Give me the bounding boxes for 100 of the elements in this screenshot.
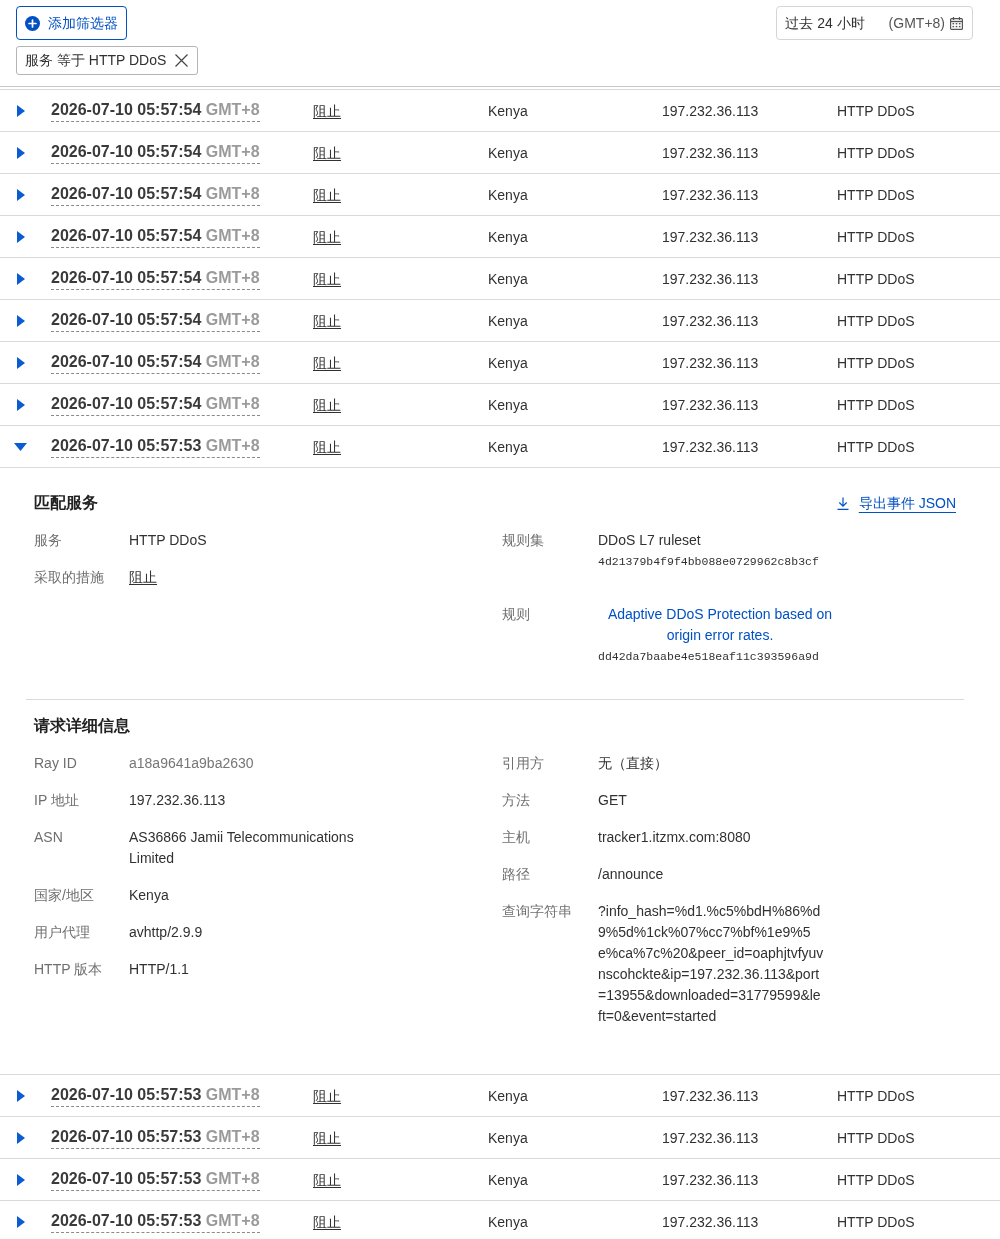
caret-right-icon[interactable] [17,146,25,159]
close-icon[interactable] [175,54,189,67]
field-value: a18a9641a9ba2630 [129,754,254,773]
field-label: 国家/地区 [34,886,95,905]
event-timestamp[interactable]: 2026-07-10 05:57:54 GMT+8 [51,393,260,416]
action-link[interactable]: 阻止 [313,142,341,163]
ip-address: 197.232.36.113 [662,1212,759,1232]
field-value: ?info_hash=%d1.%c5%bdH%86%d9%5d%1ck%07%cc7%bf%1e9%5e%ca%7c%20&peer_id=oaphjtvfyuvnscohckte&ip=197.232.36.113&port=13955&downloaded=31779599&left=0&event=started [598,902,824,1026]
field-label: 查询字符串 [502,902,573,921]
service-name: HTTP DDoS [837,101,915,121]
field-label: 服务 [34,531,63,550]
ip-address: 197.232.36.113 [662,1086,759,1106]
country-text: Kenya [488,437,528,457]
ip-address: 197.232.36.113 [662,437,759,457]
event-timestamp[interactable]: 2026-07-10 05:57:54 GMT+8 [51,351,260,374]
time-range-picker[interactable]: 过去 24 小时 (GMT+8) [776,6,973,40]
field-label: 用户代理 [34,923,91,942]
section-heading: 匹配服务 [34,493,98,513]
service-name: HTTP DDoS [837,1212,915,1232]
field-label: 规则 [502,605,531,624]
rule-hash: 4d21379b4f9f4bb088e0729962c8b3cf [598,554,819,570]
action-link[interactable]: 阻止 [313,268,341,289]
country-text: Kenya [488,143,528,163]
service-name: HTTP DDoS [837,1086,915,1106]
caret-right-icon[interactable] [17,356,25,369]
ip-address: 197.232.36.113 [662,269,759,289]
action-link[interactable]: 阻止 [313,436,341,457]
plus-circle-icon [25,15,40,31]
event-timestamp[interactable]: 2026-07-10 05:57:54 GMT+8 [51,141,260,164]
action-link[interactable]: 阻止 [313,1085,341,1106]
service-name: HTTP DDoS [837,1170,915,1190]
ip-address: 197.232.36.113 [662,1170,759,1190]
action-link[interactable]: 阻止 [313,226,341,247]
service-name: HTTP DDoS [837,353,915,373]
action-link[interactable]: 阻止 [313,352,341,373]
event-timestamp[interactable]: 2026-07-10 05:57:54 GMT+8 [51,225,260,248]
event-timestamp[interactable]: 2026-07-10 05:57:53 GMT+8 [51,1210,260,1233]
caret-down-icon[interactable] [14,442,27,451]
event-timestamp[interactable]: 2026-07-10 05:57:54 GMT+8 [51,267,260,290]
field-value: Kenya [129,886,169,905]
event-timestamp[interactable]: 2026-07-10 05:57:53 GMT+8 [51,1126,260,1149]
rule-link[interactable]: Adaptive DDoS Protection based on origin error rates. [598,604,842,646]
caret-right-icon[interactable] [17,314,25,327]
field-label: 规则集 [502,531,545,550]
country-text: Kenya [488,227,528,247]
field-label: 采取的措施 [34,568,105,587]
field-value: 无（直接） [598,754,668,773]
add-filter-button[interactable]: 添加筛选器 [16,6,127,40]
caret-right-icon[interactable] [17,230,25,243]
field-label: 引用方 [502,754,545,773]
action-link[interactable]: 阻止 [313,1169,341,1190]
action-link[interactable]: 阻止 [313,184,341,205]
caret-right-icon[interactable] [17,188,25,201]
calendar-icon [950,16,963,30]
action-link[interactable]: 阻止 [313,100,341,121]
service-name: HTTP DDoS [837,227,915,247]
field-value: avhttp/2.9.9 [129,923,203,942]
event-timestamp[interactable]: 2026-07-10 05:57:54 GMT+8 [51,309,260,332]
field-label: 主机 [502,828,531,847]
field-label: 方法 [502,791,531,810]
event-timestamp[interactable]: 2026-07-10 05:57:53 GMT+8 [51,1168,260,1191]
service-name: HTTP DDoS [837,1128,915,1148]
field-value: GET [598,791,627,810]
country-text: Kenya [488,395,528,415]
field-value: AS36866 Jamii Telecommunications Limited [129,828,355,868]
event-timestamp[interactable]: 2026-07-10 05:57:54 GMT+8 [51,99,260,122]
caret-right-icon[interactable] [17,104,25,117]
action-link[interactable]: 阻止 [129,567,157,588]
service-name: HTTP DDoS [837,143,915,163]
service-name: HTTP DDoS [837,185,915,205]
caret-right-icon[interactable] [17,1173,25,1186]
country-text: Kenya [488,1170,528,1190]
caret-right-icon[interactable] [17,398,25,411]
filter-chip[interactable]: 服务 等于 HTTP DDoS [16,46,199,75]
event-timestamp[interactable]: 2026-07-10 05:57:53 GMT+8 [51,1084,260,1107]
section-heading: 请求详细信息 [34,716,130,736]
event-timestamp[interactable]: 2026-07-10 05:57:53 GMT+8 [51,435,260,458]
caret-right-icon[interactable] [17,272,25,285]
ip-address: 197.232.36.113 [662,101,759,121]
field-value: HTTP/1.1 [129,960,189,979]
country-text: Kenya [488,185,528,205]
export-json-link[interactable]: 导出事件 JSON [836,492,956,514]
country-text: Kenya [488,1128,528,1148]
service-name: HTTP DDoS [837,437,915,457]
caret-right-icon[interactable] [17,1089,25,1102]
country-text: Kenya [488,269,528,289]
action-link[interactable]: 阻止 [313,1211,341,1232]
event-timestamp[interactable]: 2026-07-10 05:57:54 GMT+8 [51,183,260,206]
caret-right-icon[interactable] [17,1131,25,1144]
service-name: HTTP DDoS [837,269,915,289]
field-value: 197.232.36.113 [129,791,226,810]
field-value: HTTP DDoS [129,531,207,550]
action-link[interactable]: 阻止 [313,310,341,331]
country-text: Kenya [488,101,528,121]
action-link[interactable]: 阻止 [313,1127,341,1148]
download-icon [836,496,849,510]
ip-address: 197.232.36.113 [662,185,759,205]
ip-address: 197.232.36.113 [662,395,759,415]
caret-right-icon[interactable] [17,1215,25,1228]
action-link[interactable]: 阻止 [313,394,341,415]
